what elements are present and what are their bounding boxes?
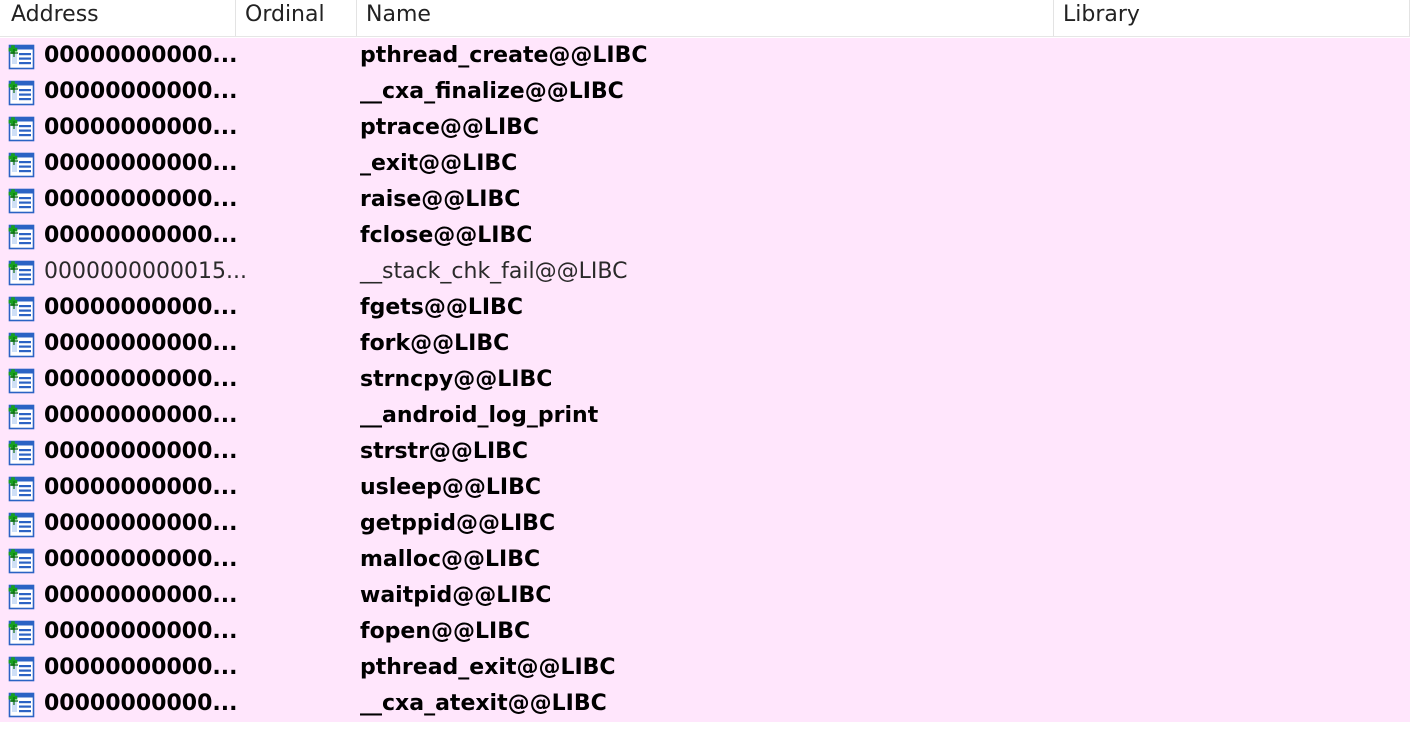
table-row[interactable]: 00000000000... fgets@@LIBC xyxy=(0,290,1410,326)
import-function-icon xyxy=(6,329,36,359)
row-name: waitpid@@LIBC xyxy=(360,583,552,608)
row-address: 00000000000... xyxy=(44,547,238,572)
table-row[interactable]: 00000000000... __cxa_finalize@@LIBC xyxy=(0,74,1410,110)
import-function-icon xyxy=(6,185,36,215)
import-function-icon xyxy=(6,545,36,575)
table-row[interactable]: 00000000000... _exit@@LIBC xyxy=(0,146,1410,182)
row-address: 0000000000015... xyxy=(44,259,247,284)
row-name: ptrace@@LIBC xyxy=(360,115,540,140)
row-name: fopen@@LIBC xyxy=(360,619,531,644)
row-address: 00000000000... xyxy=(44,79,238,104)
row-name: getppid@@LIBC xyxy=(360,511,556,536)
row-name: usleep@@LIBC xyxy=(360,475,542,500)
row-name: fork@@LIBC xyxy=(360,331,510,356)
row-name: __android_log_print xyxy=(360,403,599,428)
import-function-icon xyxy=(6,41,36,71)
row-name: __cxa_atexit@@LIBC xyxy=(360,691,607,716)
row-address: 00000000000... xyxy=(44,619,238,644)
import-function-icon xyxy=(6,581,36,611)
column-header-library[interactable]: Library xyxy=(1054,0,1410,36)
import-function-icon xyxy=(6,149,36,179)
import-function-icon xyxy=(6,401,36,431)
import-function-icon xyxy=(6,365,36,395)
row-address: 00000000000... xyxy=(44,151,238,176)
import-function-icon xyxy=(6,113,36,143)
table-row[interactable]: 00000000000... pthread_exit@@LIBC xyxy=(0,650,1410,686)
table-row[interactable]: 00000000000... __cxa_atexit@@LIBC xyxy=(0,686,1410,722)
row-name: raise@@LIBC xyxy=(360,187,521,212)
table-row[interactable]: 00000000000... fork@@LIBC xyxy=(0,326,1410,362)
row-address: 00000000000... xyxy=(44,331,238,356)
table-row[interactable]: 00000000000... raise@@LIBC xyxy=(0,182,1410,218)
import-function-icon xyxy=(6,509,36,539)
imports-table: Address Ordinal Name Library 00000000000… xyxy=(0,0,1410,722)
row-address: 00000000000... xyxy=(44,583,238,608)
import-function-icon xyxy=(6,437,36,467)
table-row[interactable]: 00000000000... malloc@@LIBC xyxy=(0,542,1410,578)
import-function-icon xyxy=(6,221,36,251)
row-name: pthread_create@@LIBC xyxy=(360,43,648,68)
row-name: pthread_exit@@LIBC xyxy=(360,655,616,680)
table-row[interactable]: 00000000000... getppid@@LIBC xyxy=(0,506,1410,542)
row-name: strncpy@@LIBC xyxy=(360,367,553,392)
import-function-icon xyxy=(6,473,36,503)
column-header-ordinal[interactable]: Ordinal xyxy=(236,0,357,36)
row-address: 00000000000... xyxy=(44,475,238,500)
row-address: 00000000000... xyxy=(44,223,238,248)
import-function-icon xyxy=(6,77,36,107)
row-name: _exit@@LIBC xyxy=(360,151,518,176)
row-address: 00000000000... xyxy=(44,115,238,140)
row-address: 00000000000... xyxy=(44,187,238,212)
table-header: Address Ordinal Name Library xyxy=(0,0,1410,37)
table-row[interactable]: 00000000000... usleep@@LIBC xyxy=(0,470,1410,506)
table-row[interactable]: 00000000000... __android_log_print xyxy=(0,398,1410,434)
import-function-icon xyxy=(6,617,36,647)
row-name: strstr@@LIBC xyxy=(360,439,529,464)
import-function-icon xyxy=(6,689,36,719)
table-row[interactable]: 00000000000... fopen@@LIBC xyxy=(0,614,1410,650)
row-name: fgets@@LIBC xyxy=(360,295,523,320)
row-address: 00000000000... xyxy=(44,691,238,716)
table-row[interactable]: 00000000000... strstr@@LIBC xyxy=(0,434,1410,470)
table-row[interactable]: 00000000000... pthread_create@@LIBC xyxy=(0,38,1410,74)
row-address: 00000000000... xyxy=(44,511,238,536)
import-function-icon xyxy=(6,293,36,323)
row-address: 00000000000... xyxy=(44,43,238,68)
column-header-name[interactable]: Name xyxy=(357,0,1054,36)
row-name: malloc@@LIBC xyxy=(360,547,541,572)
table-row[interactable]: 0000000000015... __stack_chk_fail@@LIBC xyxy=(0,254,1410,290)
row-name: __stack_chk_fail@@LIBC xyxy=(360,259,628,284)
row-address: 00000000000... xyxy=(44,439,238,464)
column-header-address[interactable]: Address xyxy=(0,0,236,36)
row-address: 00000000000... xyxy=(44,295,238,320)
row-name: fclose@@LIBC xyxy=(360,223,533,248)
row-address: 00000000000... xyxy=(44,403,238,428)
table-row[interactable]: 00000000000... strncpy@@LIBC xyxy=(0,362,1410,398)
table-row[interactable]: 00000000000... waitpid@@LIBC xyxy=(0,578,1410,614)
row-address: 00000000000... xyxy=(44,367,238,392)
table-row[interactable]: 00000000000... fclose@@LIBC xyxy=(0,218,1410,254)
import-function-icon xyxy=(6,653,36,683)
table-body: 00000000000... pthread_create@@LIBC 000000… xyxy=(0,38,1410,722)
row-name: __cxa_finalize@@LIBC xyxy=(360,79,624,104)
table-row[interactable]: 00000000000... ptrace@@LIBC xyxy=(0,110,1410,146)
import-function-icon xyxy=(6,257,36,287)
row-address: 00000000000... xyxy=(44,655,238,680)
